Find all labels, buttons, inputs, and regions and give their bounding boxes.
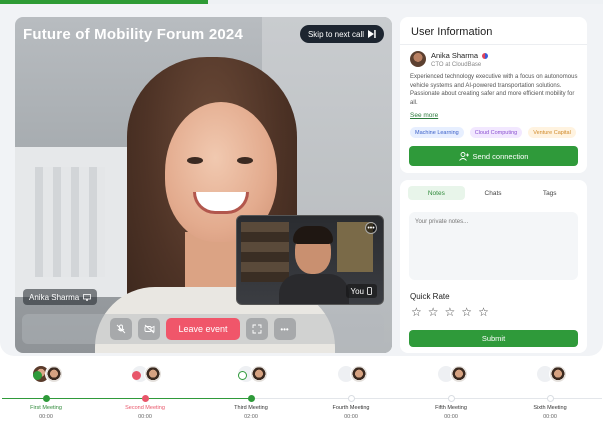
submit-button[interactable]: Submit [409, 330, 578, 347]
divider [400, 44, 587, 45]
camera-off-icon [144, 324, 155, 334]
meeting-label: Fourth Meeting [332, 405, 370, 411]
speaker-eye [237, 157, 253, 164]
mute-mic-button[interactable] [110, 318, 133, 340]
star-icon[interactable]: ☆ [478, 305, 489, 319]
skip-next-call-button[interactable]: Skip to next call [299, 25, 384, 43]
self-label: You [350, 286, 365, 296]
pip-person-body [279, 274, 349, 304]
meeting-time: 02:00 [244, 414, 258, 420]
speaker-name: Anika Sharma [29, 292, 80, 302]
main-video[interactable]: Future of Mobility Forum 2024 Skip to ne… [15, 17, 392, 353]
timeline-marker [43, 395, 50, 402]
tab-tags[interactable]: Tags [521, 186, 578, 200]
timeline-marker [348, 395, 355, 402]
avatar [549, 365, 567, 383]
speaker-eye [187, 157, 203, 164]
meeting-time: 00:00 [344, 414, 358, 420]
notes-tabs: Notes Chats Tags [408, 186, 578, 200]
timeline-marker [547, 395, 554, 402]
interest-tag[interactable]: Venture Capital [528, 127, 576, 138]
fullscreen-button[interactable] [245, 318, 268, 340]
panel-title: User Information [411, 26, 493, 38]
screen-icon [83, 293, 92, 301]
add-user-icon [458, 151, 469, 161]
notes-placeholder: Your private notes... [415, 219, 469, 225]
meeting-time: 00:00 [543, 414, 557, 420]
video-background-window [15, 147, 135, 297]
more-dots-icon: ••• [280, 324, 289, 334]
meeting-label: Sixth Meeting [533, 405, 567, 411]
check-status-icon [33, 371, 42, 380]
meeting-avatars [536, 365, 567, 387]
interest-tags: Machine Learning Cloud Computing Venture C… [410, 127, 576, 138]
notes-panel: Notes Chats Tags Your private notes... Qui… [400, 180, 587, 353]
mic-off-icon [117, 324, 126, 334]
camera-off-button[interactable] [138, 318, 161, 340]
skip-forward-icon [368, 30, 376, 38]
avatar[interactable] [410, 51, 426, 67]
user-information-panel: User Information Anika Sharma CTO at Clo… [400, 17, 587, 173]
meeting-label: First Meeting [30, 405, 62, 411]
flag-icon [482, 53, 489, 60]
event-title: Future of Mobility Forum 2024 [23, 26, 243, 43]
fullscreen-icon [252, 324, 261, 334]
see-more-link[interactable]: See more [410, 112, 438, 119]
avatar [144, 365, 162, 383]
skip-label: Skip to next call [307, 29, 364, 39]
pip-background-shelf [241, 222, 289, 282]
star-icon[interactable]: ☆ [461, 305, 472, 319]
more-actions-button[interactable]: ••• [273, 318, 296, 340]
phone-icon [367, 287, 372, 295]
avatar [450, 365, 468, 383]
user-name-row: Anika Sharma [431, 51, 489, 60]
send-connection-button[interactable]: Send connection [409, 146, 578, 166]
call-controls: Leave event ••• [22, 314, 384, 344]
interest-tag[interactable]: Machine Learning [410, 127, 464, 138]
more-options-icon[interactable]: ••• [365, 222, 377, 234]
meeting-timeline-progress [2, 398, 251, 399]
meeting-time: 00:00 [444, 414, 458, 420]
meeting-label: Fifth Meeting [435, 405, 467, 411]
meeting-time: 00:00 [39, 414, 53, 420]
star-icon[interactable]: ☆ [428, 305, 439, 319]
avatar [250, 365, 268, 383]
tab-chats[interactable]: Chats [465, 186, 522, 200]
check-status-icon [238, 371, 247, 380]
user-name: Anika Sharma [431, 51, 479, 60]
star-icon[interactable]: ☆ [445, 305, 456, 319]
quick-rate-label: Quick Rate [410, 292, 450, 301]
user-role: CTO at CloudBase [431, 62, 482, 68]
meeting-label: Third Meeting [234, 405, 268, 411]
meeting-time: 00:00 [138, 414, 152, 420]
missed-status-icon [132, 371, 141, 380]
avatar [45, 365, 63, 383]
timeline-marker [142, 395, 149, 402]
meeting-avatars [437, 365, 468, 387]
meeting-label: Second Meeting [125, 405, 165, 411]
pip-person-hair [293, 226, 333, 244]
avatar [350, 365, 368, 383]
timeline-marker [448, 395, 455, 402]
notes-textarea[interactable]: Your private notes... [409, 212, 578, 280]
rating-stars: ☆ ☆ ☆ ☆ ☆ [411, 305, 489, 319]
tab-notes[interactable]: Notes [408, 186, 465, 200]
timeline-marker [248, 395, 255, 402]
self-label-tag: You [345, 284, 377, 298]
user-bio: Experienced technology executive with a … [410, 74, 578, 106]
star-icon[interactable]: ☆ [411, 305, 422, 319]
meeting-avatars [337, 365, 368, 387]
connect-label: Send connection [472, 151, 529, 161]
self-view-video[interactable]: ••• You [236, 215, 384, 305]
interest-tag[interactable]: Cloud Computing [469, 127, 523, 138]
leave-event-button[interactable]: Leave event [166, 318, 240, 340]
speaker-name-tag: Anika Sharma [23, 289, 98, 305]
